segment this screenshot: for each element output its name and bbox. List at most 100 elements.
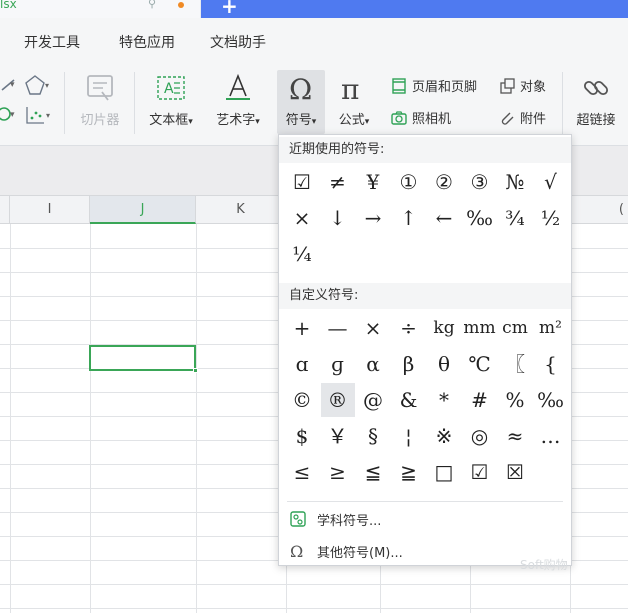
symbol-button[interactable]: Ω 符号▾ <box>277 70 325 134</box>
symbol-cell[interactable]: × <box>285 201 319 235</box>
wordart-icon <box>226 73 250 100</box>
symbol-cell[interactable]: $ <box>285 419 319 453</box>
symbol-cell[interactable]: © <box>285 383 319 417</box>
symbol-cell[interactable]: ɡ <box>321 347 355 381</box>
symbol-cell[interactable]: ½ <box>534 201 568 235</box>
link-icon <box>583 80 609 96</box>
file-tab[interactable]: lsx ⚲ <box>0 0 200 18</box>
symbol-cell[interactable]: ② <box>427 165 461 199</box>
hyperlink-button[interactable]: 超链接 <box>568 66 624 136</box>
symbol-cell[interactable]: № <box>498 165 532 199</box>
column-header-k[interactable]: K <box>196 196 286 224</box>
attachment-button[interactable]: 附件 <box>498 108 546 127</box>
partial-dropdown-2-icon[interactable]: ▾ <box>10 110 15 120</box>
symbol-cell[interactable]: ¦ <box>392 419 426 453</box>
pin-icon[interactable]: ⚲ <box>148 0 156 10</box>
symbol-cell[interactable]: ↓ <box>321 201 355 235</box>
slicer-button[interactable]: 切片器 <box>72 66 128 136</box>
symbol-cell[interactable]: kg <box>427 311 461 345</box>
symbol-cell[interactable]: ℃ <box>463 347 497 381</box>
subject-symbols-item[interactable]: 学科符号... <box>289 505 381 533</box>
camera-icon <box>391 110 407 125</box>
textbox-button[interactable]: A 文本框▾ <box>140 66 202 136</box>
symbol-cell[interactable]: ¾ <box>498 201 532 235</box>
symbol-cell[interactable]: 〖 <box>498 347 532 381</box>
symbol-cell[interactable]: ‰ <box>534 383 568 417</box>
symbol-cell[interactable]: … <box>534 419 568 453</box>
symbol-cell[interactable]: cm <box>498 311 532 345</box>
symbol-cell[interactable]: ≠ <box>321 165 355 199</box>
slicer-label: 切片器 <box>80 113 120 128</box>
recent-symbols-title: 近期使用的符号: <box>279 137 571 163</box>
symbol-cell[interactable]: ® <box>320 383 355 417</box>
symbol-cell[interactable]: × <box>356 311 390 345</box>
partial-line-icon[interactable] <box>0 76 18 94</box>
formula-button[interactable]: π 公式▾ <box>330 66 378 136</box>
symbol-cell[interactable]: m² <box>534 311 568 345</box>
symbol-cell[interactable]: ¼ <box>285 237 319 271</box>
symbol-cell[interactable]: ① <box>392 165 426 199</box>
header-footer-button[interactable]: 页眉和页脚 <box>390 76 477 95</box>
symbol-cell[interactable]: ÷ <box>392 311 426 345</box>
symbol-cell[interactable]: ≈ <box>498 419 532 453</box>
symbol-cell[interactable]: ☑ <box>285 165 319 199</box>
symbol-cell[interactable]: ← <box>427 201 461 235</box>
svg-text:Ω: Ω <box>290 542 303 560</box>
wordart-button[interactable]: 艺术字▾ <box>206 66 270 136</box>
symbol-cell[interactable]: ￥ <box>321 419 355 453</box>
symbol-cell[interactable]: @ <box>356 383 390 417</box>
other-symbols-item[interactable]: Ω 其他符号(M)... <box>289 537 403 565</box>
symbol-cell[interactable]: → <box>356 201 390 235</box>
menu-item-special[interactable]: 特色应用 <box>119 32 175 52</box>
symbol-cell[interactable]: ≧ <box>392 455 426 489</box>
object-button[interactable]: 对象 <box>498 76 546 95</box>
selected-cell[interactable] <box>89 345 198 373</box>
paperclip-icon <box>501 112 514 125</box>
symbol-cell[interactable]: § <box>356 419 390 453</box>
symbol-cell[interactable]: & <box>392 383 426 417</box>
symbol-cell[interactable]: β <box>392 347 426 381</box>
symbol-cell[interactable]: ≦ <box>356 455 390 489</box>
symbol-cell[interactable]: ¥ <box>356 165 390 199</box>
symbol-cell[interactable]: { <box>534 347 568 381</box>
column-header-j[interactable]: J <box>90 196 196 224</box>
symbol-cell[interactable]: √ <box>534 165 568 199</box>
symbol-cell[interactable]: % <box>498 383 532 417</box>
new-tab-area[interactable]: + <box>201 0 628 18</box>
symbol-cell[interactable]: — <box>321 311 355 345</box>
wordart-label: 艺术字 <box>216 113 256 128</box>
symbol-cell[interactable]: ※ <box>427 419 461 453</box>
symbol-cell[interactable]: ‰ <box>463 201 497 235</box>
symbol-cell[interactable]: ③ <box>463 165 497 199</box>
plus-icon[interactable]: + <box>221 0 238 18</box>
unsaved-dot-icon <box>178 2 184 8</box>
header-footer-label: 页眉和页脚 <box>412 80 478 95</box>
partial-dropdown-1-icon[interactable]: ▾ <box>10 80 15 90</box>
symbol-cell[interactable]: ↑ <box>392 201 426 235</box>
fill-handle[interactable] <box>193 368 198 373</box>
scatter-chart-icon[interactable]: ▾ <box>24 104 54 126</box>
menu-item-assistant[interactable]: 文档助手 <box>210 32 266 52</box>
pentagon-shape-icon[interactable]: ▾ <box>24 74 50 96</box>
symbol-cell[interactable]: ɑ <box>285 347 319 381</box>
camera-button[interactable]: 照相机 <box>390 108 451 127</box>
symbol-cell[interactable]: # <box>463 383 497 417</box>
symbol-cell[interactable]: □ <box>427 455 461 489</box>
menu-item-developer[interactable]: 开发工具 <box>24 32 80 52</box>
symbol-cell[interactable]: ☒ <box>498 455 532 489</box>
partial-circle-icon[interactable] <box>0 104 18 122</box>
symbol-dropdown-icon: ▾ <box>311 117 317 127</box>
symbol-cell[interactable]: α <box>356 347 390 381</box>
ribbon-separator <box>562 72 563 134</box>
symbol-cell[interactable]: + <box>285 311 319 345</box>
column-header-i[interactable]: I <box>10 196 90 224</box>
symbol-cell[interactable]: θ <box>427 347 461 381</box>
symbol-cell[interactable]: ≥ <box>321 455 355 489</box>
symbol-cell[interactable]: * <box>427 383 461 417</box>
column-header-partial[interactable]: ( <box>570 196 628 224</box>
symbol-cell[interactable]: mm <box>463 311 497 345</box>
symbol-cell[interactable]: ◎ <box>463 419 497 453</box>
ribbon-separator <box>64 72 65 134</box>
symbol-cell[interactable]: ☑ <box>463 455 497 489</box>
symbol-cell[interactable]: ≤ <box>285 455 319 489</box>
